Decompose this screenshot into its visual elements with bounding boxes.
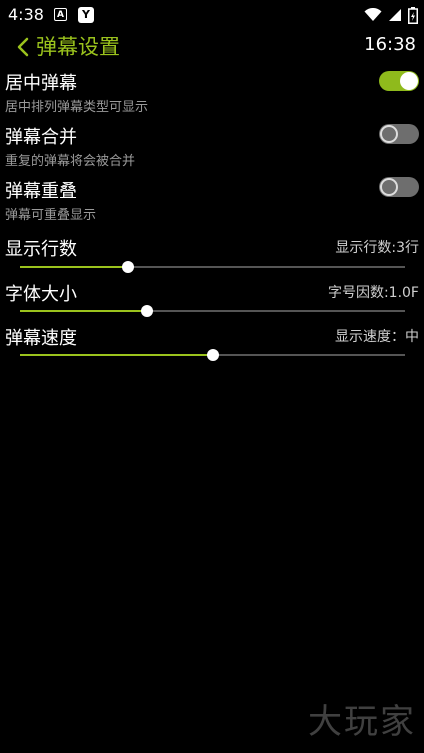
setting-danmaku-speed: 弹幕速度 显示速度：中 [0, 324, 424, 364]
page-title: 弹幕设置 [36, 35, 120, 59]
slider-fill [20, 310, 148, 312]
slider-track[interactable] [20, 305, 405, 317]
setting-title: 弹幕重叠 [5, 181, 77, 202]
setting-font-size: 字体大小 字号因数:1.0F [0, 280, 424, 320]
setting-title: 显示行数 [5, 239, 77, 260]
slider-value-label: 字号因数:1.0F [327, 285, 419, 301]
switch-knob [400, 72, 418, 90]
signal-icon [389, 9, 401, 21]
toggle-switch[interactable] [379, 177, 419, 197]
setting-overlap-danmaku[interactable]: 弹幕重叠 弹幕可重叠显示 [0, 177, 424, 227]
slider-fill [20, 266, 128, 268]
status-bar: 4:38 A Y [0, 0, 424, 30]
slider-thumb[interactable] [141, 305, 154, 317]
slider-value-label: 显示速度：中 [335, 329, 419, 345]
setting-title: 字体大小 [5, 284, 77, 305]
battery-icon [408, 6, 418, 24]
slider-track[interactable] [20, 261, 405, 273]
setting-display-lines: 显示行数 显示行数:3行 [0, 235, 424, 275]
slider-value-label: 显示行数:3行 [335, 240, 419, 256]
slider-thumb[interactable] [121, 261, 134, 273]
wifi-icon [364, 8, 382, 21]
setting-description: 居中排列弹幕类型可显示 [5, 100, 149, 115]
setting-title: 居中弹幕 [5, 73, 77, 94]
status-time: 4:38 [8, 5, 44, 24]
setting-description: 重复的弹幕将会被合并 [5, 154, 136, 169]
slider-fill [20, 354, 213, 356]
clock: 16:38 [364, 34, 416, 55]
setting-title: 弹幕合并 [5, 127, 77, 148]
app-header: 弹幕设置 16:38 [0, 30, 424, 62]
back-arrow-icon[interactable] [14, 36, 34, 58]
notification-y-icon: Y [78, 7, 94, 23]
notification-a-icon: A [54, 8, 67, 21]
setting-title: 弹幕速度 [5, 328, 77, 349]
setting-center-danmaku[interactable]: 居中弹幕 居中排列弹幕类型可显示 [0, 69, 424, 119]
switch-knob [380, 125, 398, 143]
switch-knob [380, 178, 398, 196]
system-icons [364, 6, 418, 24]
toggle-switch[interactable] [379, 124, 419, 144]
watermark-logo: 大玩家 [308, 702, 416, 742]
slider-track[interactable] [20, 349, 405, 361]
setting-description: 弹幕可重叠显示 [5, 208, 97, 223]
setting-merge-danmaku[interactable]: 弹幕合并 重复的弹幕将会被合并 [0, 123, 424, 173]
slider-thumb[interactable] [206, 349, 219, 361]
toggle-switch[interactable] [379, 71, 419, 91]
